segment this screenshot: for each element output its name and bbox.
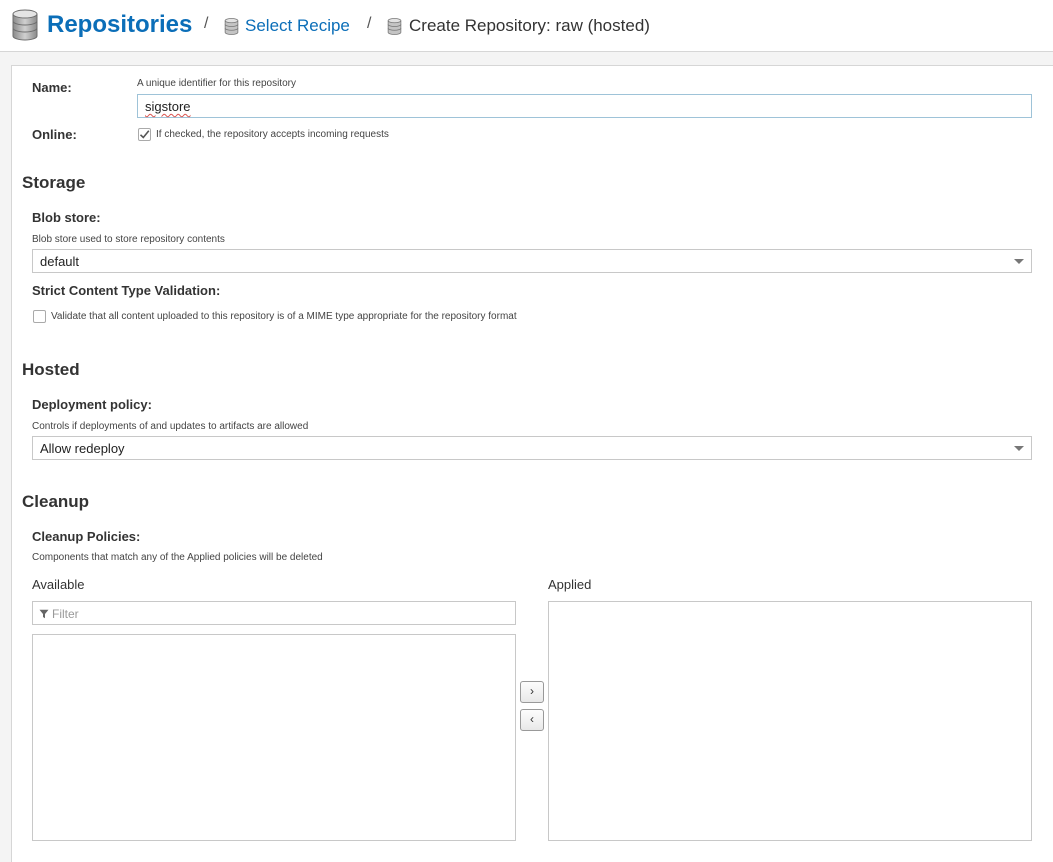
cleanup-policies-help: Components that match any of the Applied… bbox=[32, 552, 323, 563]
blob-store-help: Blob store used to store repository cont… bbox=[32, 234, 225, 245]
database-icon bbox=[224, 17, 239, 35]
chevron-down-icon bbox=[1014, 259, 1024, 264]
deployment-policy-help: Controls if deployments of and updates t… bbox=[32, 421, 309, 432]
strict-validation-help: Validate that all content uploaded to th… bbox=[51, 311, 517, 322]
hosted-heading: Hosted bbox=[22, 360, 80, 379]
cleanup-heading: Cleanup bbox=[22, 492, 90, 511]
name-label: Name: bbox=[32, 80, 72, 95]
blob-store-value: default bbox=[40, 254, 80, 269]
breadcrumb-repositories[interactable]: Repositories bbox=[11, 9, 192, 41]
remove-policy-button[interactable]: ‹ bbox=[520, 709, 544, 731]
breadcrumb-separator: / bbox=[367, 15, 372, 32]
storage-heading: Storage bbox=[22, 173, 86, 192]
database-icon bbox=[387, 17, 402, 35]
strict-validation-checkbox[interactable] bbox=[33, 310, 46, 323]
breadcrumb-bar: Repositories / Select Recipe / Create Re… bbox=[0, 0, 1053, 52]
filter-placeholder: Filter bbox=[52, 607, 79, 621]
chevron-down-icon bbox=[1014, 446, 1024, 451]
repository-form: Name: A unique identifier for this repos… bbox=[11, 65, 1053, 862]
blob-store-select[interactable]: default bbox=[32, 249, 1032, 273]
online-label: Online: bbox=[32, 127, 77, 142]
deployment-policy-select[interactable]: Allow redeploy bbox=[32, 436, 1032, 460]
applied-label: Applied bbox=[548, 577, 592, 592]
available-policies-list[interactable] bbox=[32, 634, 516, 841]
cleanup-policies-label: Cleanup Policies: bbox=[32, 529, 141, 544]
strict-validation-label: Strict Content Type Validation: bbox=[32, 283, 221, 298]
blob-store-label: Blob store: bbox=[32, 210, 101, 225]
breadcrumb-root-label[interactable]: Repositories bbox=[47, 11, 192, 39]
name-value: sigstore bbox=[145, 99, 191, 114]
available-label: Available bbox=[32, 577, 85, 592]
name-input[interactable]: sigstore bbox=[137, 94, 1032, 118]
deployment-policy-value: Allow redeploy bbox=[40, 441, 125, 456]
breadcrumb-separator: / bbox=[204, 15, 209, 32]
check-icon bbox=[139, 130, 150, 139]
filter-input[interactable]: Filter bbox=[32, 601, 516, 625]
breadcrumb-current: Create Repository: raw (hosted) bbox=[387, 16, 650, 36]
deployment-policy-label: Deployment policy: bbox=[32, 397, 152, 412]
name-help: A unique identifier for this repository bbox=[137, 78, 296, 89]
breadcrumb-select-recipe[interactable]: Select Recipe bbox=[224, 16, 350, 36]
filter-icon bbox=[39, 609, 49, 619]
database-icon bbox=[12, 9, 38, 41]
online-help: If checked, the repository accepts incom… bbox=[156, 129, 389, 140]
applied-policies-list[interactable] bbox=[548, 601, 1032, 841]
online-checkbox[interactable] bbox=[138, 128, 151, 141]
breadcrumb-current-label: Create Repository: raw (hosted) bbox=[409, 16, 650, 35]
add-policy-button[interactable]: › bbox=[520, 681, 544, 703]
breadcrumb-select-recipe-label[interactable]: Select Recipe bbox=[245, 16, 350, 36]
